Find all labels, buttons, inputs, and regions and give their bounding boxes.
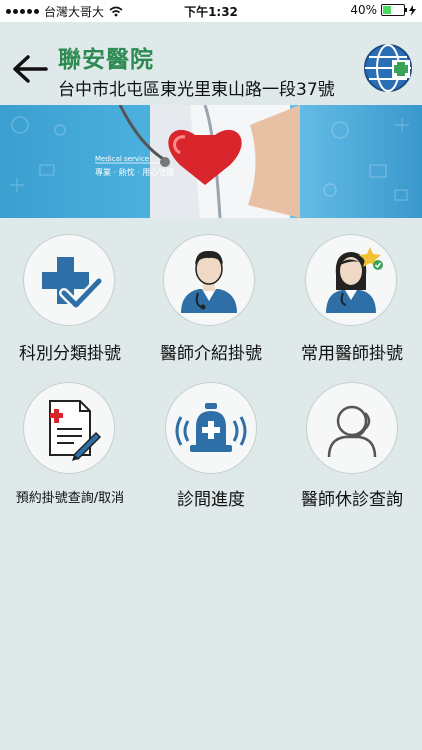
menu-item-doctor-intro[interactable]: 醫師介紹掛號 bbox=[141, 218, 281, 368]
battery-icon bbox=[381, 4, 407, 16]
menu-label: 常用醫師掛號 bbox=[301, 344, 403, 364]
app-header: 聯安醫院 台中市北屯區東光里東山路一段37號 bbox=[0, 22, 422, 105]
menu-item-appointment-query[interactable]: 預約掛號查詢/取消 bbox=[0, 370, 140, 510]
menu-label: 診間進度 bbox=[177, 490, 245, 510]
menu-item-clinic-progress[interactable]: 診間進度 bbox=[141, 370, 281, 510]
icon-circle bbox=[305, 234, 397, 326]
charging-icon bbox=[409, 4, 416, 16]
banner-slogan: 專業 · 熱忱 · 用心守護 bbox=[95, 168, 175, 177]
battery-percent: 40% bbox=[350, 3, 377, 17]
female-doctor-star-icon bbox=[326, 247, 383, 313]
menu-label: 科別分類掛號 bbox=[19, 344, 121, 364]
icon-circle bbox=[23, 234, 115, 326]
menu-label: 醫師休診查詢 bbox=[301, 490, 403, 510]
globe-cross-logo-icon bbox=[364, 44, 412, 92]
icon-circle bbox=[23, 382, 115, 474]
alarm-bell-icon bbox=[175, 403, 247, 452]
doctor-headset-icon bbox=[327, 405, 377, 458]
menu-item-department[interactable]: 科別分類掛號 bbox=[0, 218, 140, 368]
menu-label: 預約掛號查詢/取消 bbox=[15, 491, 125, 506]
banner-image: Medical service 專業 · 熱忱 · 用心守護 bbox=[0, 105, 422, 218]
medical-cross-check-icon bbox=[42, 257, 104, 310]
icon-circle bbox=[163, 234, 255, 326]
banner-tag: Medical service bbox=[95, 155, 150, 163]
menu-item-favorite-doctor[interactable]: 常用醫師掛號 bbox=[282, 218, 422, 368]
status-bar: 台灣大哥大 下午1:32 40% bbox=[0, 0, 422, 22]
hospital-name: 聯安醫院 bbox=[58, 47, 154, 73]
male-doctor-icon bbox=[181, 250, 237, 313]
banner-illustration bbox=[10, 105, 409, 218]
icon-circle bbox=[306, 382, 398, 474]
hospital-address: 台中市北屯區東光里東山路一段37號 bbox=[58, 80, 335, 100]
document-pen-icon bbox=[49, 400, 102, 461]
menu-item-doctor-leave[interactable]: 醫師休診查詢 bbox=[282, 370, 422, 510]
menu-label: 醫師介紹掛號 bbox=[160, 344, 262, 364]
icon-circle bbox=[165, 382, 257, 474]
back-arrow-icon[interactable] bbox=[10, 54, 48, 84]
